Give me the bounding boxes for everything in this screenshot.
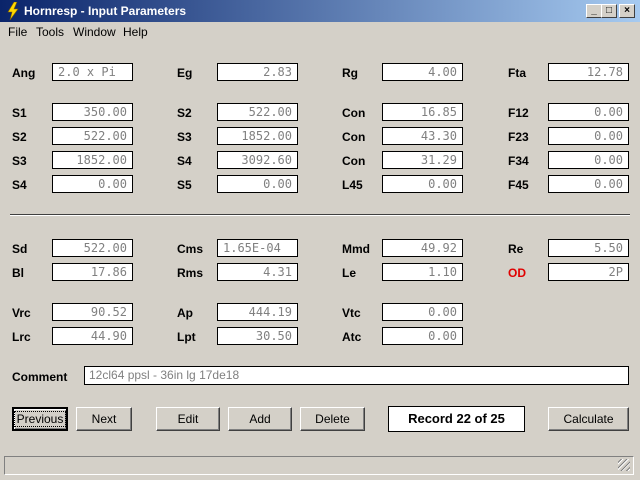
label-s4-mid: S4 bbox=[177, 154, 192, 168]
field-con-3[interactable]: 31.29 bbox=[382, 151, 463, 169]
field-f34[interactable]: 0.00 bbox=[548, 151, 629, 169]
label-vtc: Vtc bbox=[342, 306, 361, 320]
label-s3: S3 bbox=[12, 154, 27, 168]
label-rg: Rg bbox=[342, 66, 358, 80]
field-ap[interactable]: 444.19 bbox=[217, 303, 298, 321]
field-f45[interactable]: 0.00 bbox=[548, 175, 629, 193]
field-ang[interactable]: 2.0 x Pi bbox=[52, 63, 133, 81]
field-mmd[interactable]: 49.92 bbox=[382, 239, 463, 257]
field-s2[interactable]: 522.00 bbox=[52, 127, 133, 145]
field-cms[interactable]: 1.65E-04 bbox=[217, 239, 298, 257]
label-s1: S1 bbox=[12, 106, 27, 120]
field-lpt[interactable]: 30.50 bbox=[217, 327, 298, 345]
record-indicator: Record 22 of 25 bbox=[388, 406, 525, 432]
label-f34: F34 bbox=[508, 154, 529, 168]
field-f12[interactable]: 0.00 bbox=[548, 103, 629, 121]
close-button[interactable]: × bbox=[619, 4, 635, 18]
label-con-1: Con bbox=[342, 106, 366, 120]
label-cms: Cms bbox=[177, 242, 204, 256]
field-l45[interactable]: 0.00 bbox=[382, 175, 463, 193]
label-le: Le bbox=[342, 266, 357, 280]
add-button[interactable]: Add bbox=[228, 407, 292, 431]
field-s2-mid[interactable]: 522.00 bbox=[217, 103, 298, 121]
field-atc[interactable]: 0.00 bbox=[382, 327, 463, 345]
label-eg: Eg bbox=[177, 66, 193, 80]
label-comment: Comment bbox=[12, 370, 68, 384]
field-sd[interactable]: 522.00 bbox=[52, 239, 133, 257]
resize-grip-icon[interactable] bbox=[618, 459, 630, 471]
label-rms: Rms bbox=[177, 266, 204, 280]
label-od[interactable]: OD bbox=[508, 266, 526, 280]
next-button[interactable]: Next bbox=[76, 407, 132, 431]
field-s4-mid[interactable]: 3092.60 bbox=[217, 151, 298, 169]
field-con-1[interactable]: 16.85 bbox=[382, 103, 463, 121]
menu-help[interactable]: Help bbox=[123, 25, 148, 39]
field-con-2[interactable]: 43.30 bbox=[382, 127, 463, 145]
edit-button[interactable]: Edit bbox=[156, 407, 220, 431]
field-s1[interactable]: 350.00 bbox=[52, 103, 133, 121]
field-lrc[interactable]: 44.90 bbox=[52, 327, 133, 345]
menu-window[interactable]: Window bbox=[73, 25, 116, 39]
label-f23: F23 bbox=[508, 130, 529, 144]
field-s3-mid[interactable]: 1852.00 bbox=[217, 127, 298, 145]
maximize-button[interactable]: □ bbox=[601, 4, 617, 18]
previous-button[interactable]: Previous bbox=[12, 407, 68, 431]
label-fta: Fta bbox=[508, 66, 526, 80]
field-rms[interactable]: 4.31 bbox=[217, 263, 298, 281]
label-s5: S5 bbox=[177, 178, 192, 192]
field-s4[interactable]: 0.00 bbox=[52, 175, 133, 193]
field-vrc[interactable]: 90.52 bbox=[52, 303, 133, 321]
label-atc: Atc bbox=[342, 330, 362, 344]
field-fta[interactable]: 12.78 bbox=[548, 63, 629, 81]
title-bar: Hornresp - Input Parameters _ □ × bbox=[0, 0, 640, 22]
previous-button-label: Previous bbox=[13, 411, 67, 427]
field-s5[interactable]: 0.00 bbox=[217, 175, 298, 193]
minimize-button[interactable]: _ bbox=[586, 4, 602, 18]
label-f12: F12 bbox=[508, 106, 529, 120]
field-rg[interactable]: 4.00 bbox=[382, 63, 463, 81]
label-vrc: Vrc bbox=[12, 306, 31, 320]
field-re[interactable]: 5.50 bbox=[548, 239, 629, 257]
menu-tools[interactable]: Tools bbox=[36, 25, 64, 39]
label-s3-mid: S3 bbox=[177, 130, 192, 144]
label-s2: S2 bbox=[12, 130, 27, 144]
label-re: Re bbox=[508, 242, 524, 256]
label-lpt: Lpt bbox=[177, 330, 196, 344]
delete-button[interactable]: Delete bbox=[300, 407, 365, 431]
field-eg[interactable]: 2.83 bbox=[217, 63, 298, 81]
label-bl: Bl bbox=[12, 266, 24, 280]
label-ap: Ap bbox=[177, 306, 193, 320]
status-bar bbox=[4, 456, 634, 475]
field-vtc[interactable]: 0.00 bbox=[382, 303, 463, 321]
field-s3[interactable]: 1852.00 bbox=[52, 151, 133, 169]
menu-file[interactable]: File bbox=[8, 25, 27, 39]
label-f45: F45 bbox=[508, 178, 529, 192]
field-le[interactable]: 1.10 bbox=[382, 263, 463, 281]
lightning-icon bbox=[7, 2, 19, 20]
label-con-2: Con bbox=[342, 130, 366, 144]
label-ang: Ang bbox=[12, 66, 36, 80]
menu-bar: File Tools Window Help bbox=[0, 22, 640, 41]
label-lrc: Lrc bbox=[12, 330, 31, 344]
label-s2-mid: S2 bbox=[177, 106, 192, 120]
field-od[interactable]: 2P bbox=[548, 263, 629, 281]
field-bl[interactable]: 17.86 bbox=[52, 263, 133, 281]
section-divider bbox=[10, 214, 630, 216]
calculate-button[interactable]: Calculate bbox=[548, 407, 629, 431]
label-con-3: Con bbox=[342, 154, 366, 168]
label-s4: S4 bbox=[12, 178, 27, 192]
field-f23[interactable]: 0.00 bbox=[548, 127, 629, 145]
label-sd: Sd bbox=[12, 242, 28, 256]
label-mmd: Mmd bbox=[342, 242, 370, 256]
comment-field[interactable]: 12cl64 ppsl - 36in lg 17de18 bbox=[84, 366, 629, 385]
window-title: Hornresp - Input Parameters bbox=[24, 4, 187, 18]
label-l45: L45 bbox=[342, 178, 363, 192]
